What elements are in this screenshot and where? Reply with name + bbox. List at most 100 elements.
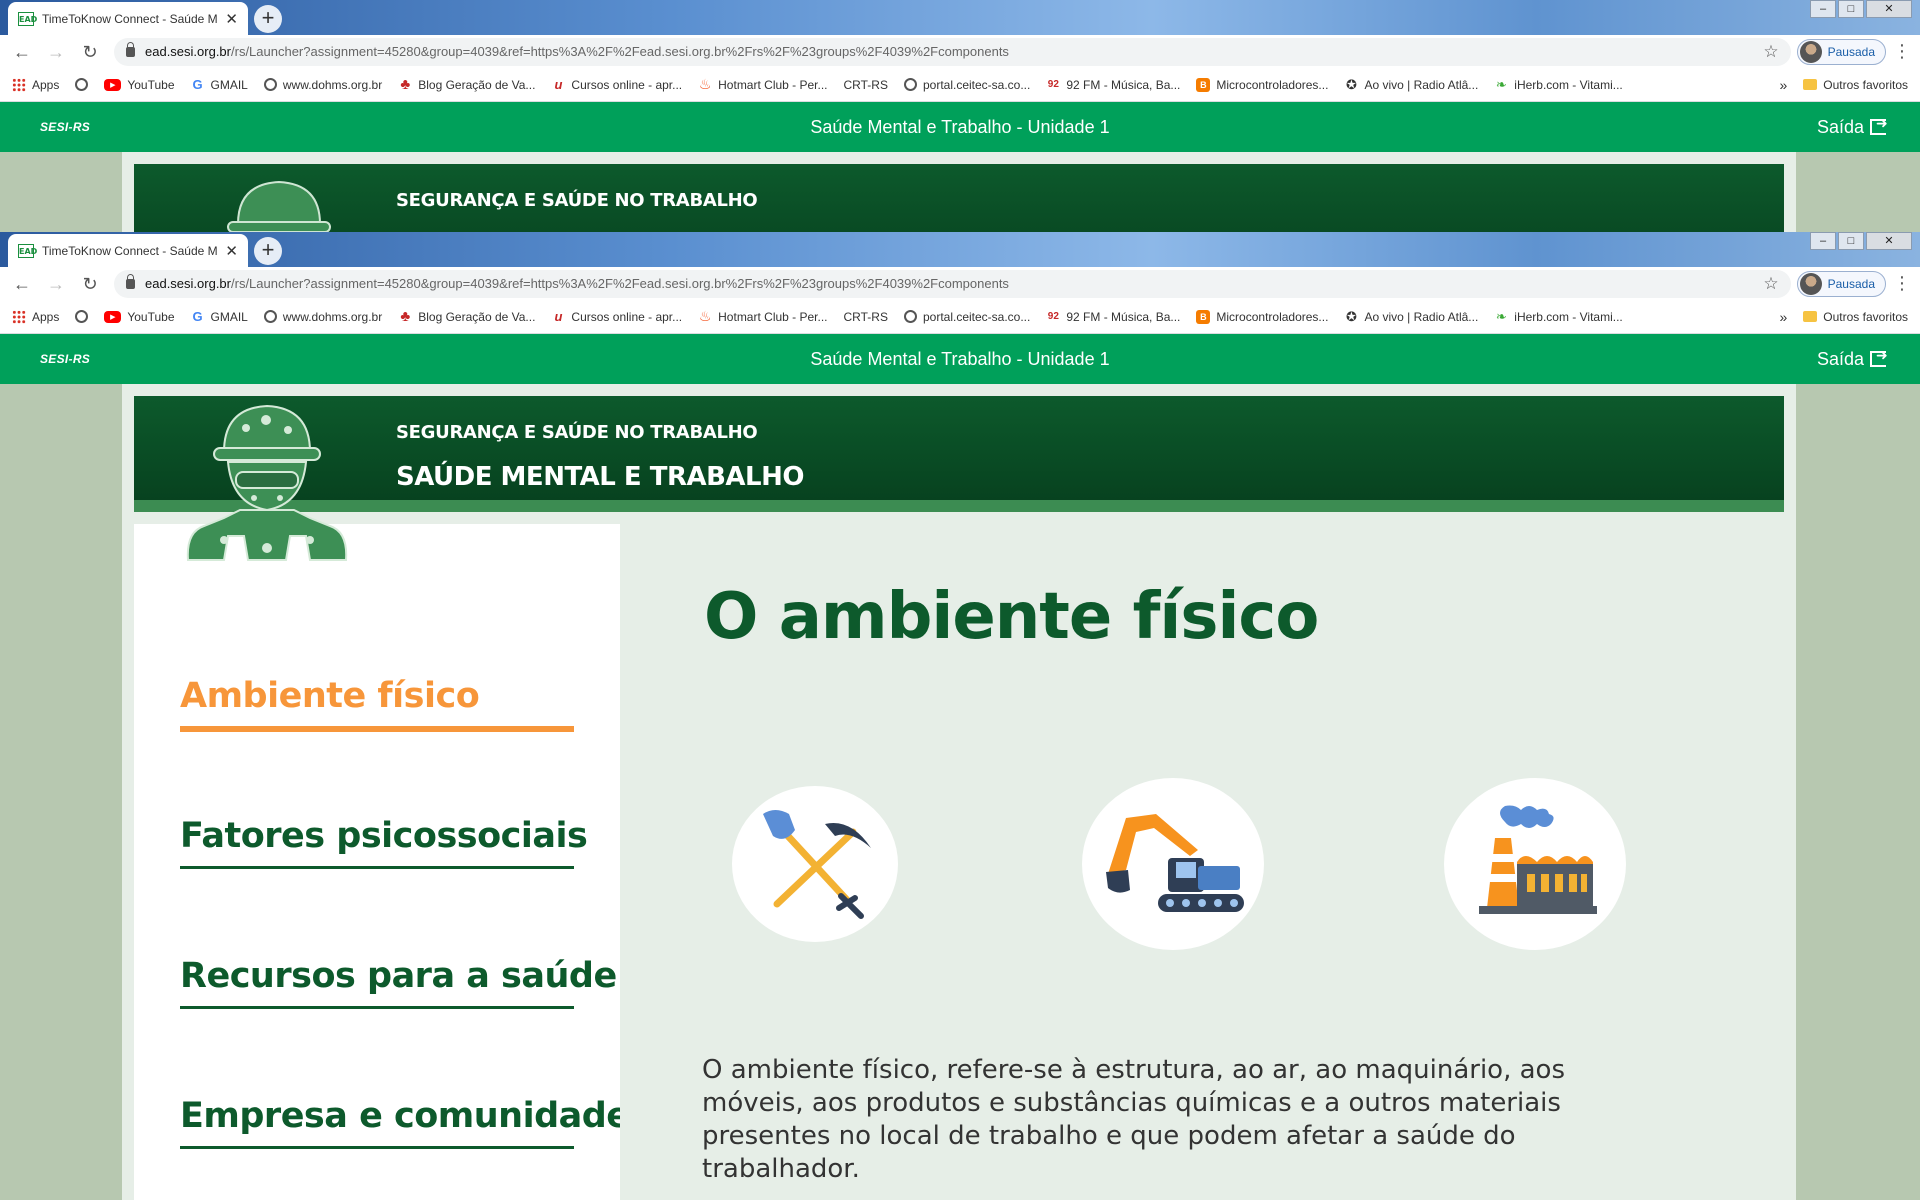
- bookmark-gmail[interactable]: G GMAIL: [191, 77, 247, 92]
- bookmark-crt[interactable]: CRT-RS: [844, 78, 888, 92]
- bookmark-92fm[interactable]: 92 92 FM - Música, Ba...: [1046, 78, 1181, 92]
- forward-icon[interactable]: →: [42, 270, 70, 298]
- bookmarks-overflow-button[interactable]: »: [1780, 309, 1788, 325]
- nav-item-ambiente-fisico[interactable]: Ambiente físico: [180, 676, 574, 732]
- minimize-button[interactable]: –: [1810, 0, 1836, 18]
- maximize-button[interactable]: □: [1838, 0, 1864, 18]
- app-title: Saúde Mental e Trabalho - Unidade 1: [810, 348, 1110, 369]
- close-window-button[interactable]: ✕: [1866, 0, 1912, 18]
- worker-helmet-logo: [227, 180, 331, 232]
- content-heading: O ambiente físico: [704, 580, 1319, 654]
- bookmark-apps[interactable]: Apps: [12, 309, 59, 324]
- back-icon[interactable]: ←: [8, 38, 36, 66]
- globe-icon: [75, 78, 89, 91]
- machinery-card[interactable]: [1082, 778, 1264, 950]
- bookmark-apps[interactable]: Apps: [12, 77, 59, 92]
- close-tab-icon[interactable]: ✕: [225, 10, 238, 28]
- bookmark-radio[interactable]: ✪ Ao vivo | Radio Atlâ...: [1344, 76, 1478, 92]
- bookmark-globe[interactable]: [75, 310, 89, 323]
- other-bookmarks[interactable]: Outros favoritos: [1803, 78, 1908, 92]
- nav-item-empresa-comunidade[interactable]: Empresa e comunidade: [180, 1096, 630, 1149]
- bookmark-hotmart[interactable]: ♨ Hotmart Club - Per...: [698, 76, 828, 92]
- lock-icon: [126, 273, 135, 289]
- globe-icon: [263, 78, 277, 91]
- bookmark-gmail[interactable]: G GMAIL: [191, 309, 247, 324]
- forward-icon[interactable]: →: [42, 38, 70, 66]
- app-header: SESI-RS Saúde Mental e Trabalho - Unidad…: [0, 102, 1920, 152]
- minimize-button[interactable]: –: [1810, 232, 1836, 250]
- club-icon: ♣: [400, 308, 411, 325]
- bookmark-blog[interactable]: ♣ Blog Geração de Va...: [398, 76, 535, 93]
- menu-kebab-icon[interactable]: ⋮: [1892, 273, 1912, 294]
- bookmark-blog[interactable]: ♣ Blog Geração de Va...: [398, 308, 535, 325]
- bookmark-youtube[interactable]: ▶ YouTube: [104, 310, 175, 324]
- window-controls: – □ ✕: [1810, 0, 1912, 18]
- apps-grid-icon: [12, 77, 26, 92]
- banner-title: SAÚDE MENTAL E TRABALHO: [396, 462, 804, 492]
- exit-button[interactable]: Saída: [1817, 347, 1888, 370]
- maximize-button[interactable]: □: [1838, 232, 1864, 250]
- url-text[interactable]: ead.sesi.org.br/rs/Launcher?assignment=4…: [145, 44, 1753, 59]
- bookmark-star-icon[interactable]: ☆: [1763, 42, 1778, 62]
- exit-icon: [1870, 347, 1888, 367]
- bookmarks-overflow-button[interactable]: »: [1780, 77, 1788, 93]
- bookmark-micro[interactable]: B Microcontroladores...: [1196, 309, 1328, 324]
- bookmark-dohms[interactable]: www.dohms.org.br: [263, 78, 382, 92]
- new-tab-button[interactable]: +: [254, 5, 282, 33]
- bookmark-micro[interactable]: B Microcontroladores...: [1196, 77, 1328, 92]
- app-title: Saúde Mental e Trabalho - Unidade 1: [810, 116, 1110, 137]
- blogger-icon: B: [1196, 309, 1211, 324]
- avatar: [1799, 272, 1822, 295]
- globe-icon: [903, 310, 917, 323]
- bookmark-star-icon[interactable]: ☆: [1763, 274, 1778, 294]
- back-icon[interactable]: ←: [8, 270, 36, 298]
- nav-item-recursos-saude[interactable]: Recursos para a saúde: [180, 956, 617, 1009]
- sesi-logo: SESI-RS: [40, 120, 91, 134]
- bookmark-ceitec[interactable]: portal.ceitec-sa.co...: [903, 78, 1030, 92]
- close-tab-icon[interactable]: ✕: [225, 242, 238, 260]
- browser-tab[interactable]: EAD TimeToKnow Connect - Saúde M ✕: [8, 234, 248, 267]
- bookmark-ceitec[interactable]: portal.ceitec-sa.co...: [903, 310, 1030, 324]
- bookmark-crt[interactable]: CRT-RS: [844, 310, 888, 324]
- cursos-icon: u: [554, 77, 563, 92]
- bookmark-iherb[interactable]: ❧ iHerb.com - Vitami...: [1494, 77, 1623, 92]
- exit-button[interactable]: Saída: [1817, 115, 1888, 138]
- reload-icon[interactable]: ↻: [76, 38, 104, 66]
- folder-icon: [1803, 79, 1818, 90]
- tab-title: TimeToKnow Connect - Saúde M: [42, 11, 218, 26]
- owl-icon: ✪: [1345, 76, 1357, 92]
- globe-icon: [75, 310, 89, 323]
- bookmark-dohms[interactable]: www.dohms.org.br: [263, 310, 382, 324]
- bookmark-radio[interactable]: ✪ Ao vivo | Radio Atlâ...: [1344, 309, 1478, 324]
- nav-item-fatores-psicossociais[interactable]: Fatores psicossociais: [180, 816, 588, 869]
- tools-card[interactable]: [732, 786, 898, 942]
- google-icon: G: [192, 77, 203, 92]
- hotmart-flame-icon: ♨: [698, 76, 712, 92]
- bookmark-globe[interactable]: [75, 78, 89, 91]
- url-text[interactable]: ead.sesi.org.br/rs/Launcher?assignment=4…: [145, 276, 1753, 291]
- address-bar[interactable]: ead.sesi.org.br/rs/Launcher?assignment=4…: [114, 269, 1791, 298]
- profile-button[interactable]: Pausada: [1796, 270, 1886, 297]
- menu-kebab-icon[interactable]: ⋮: [1892, 41, 1912, 62]
- banner-subtitle: SEGURANÇA E SAÚDE NO TRABALHO: [396, 190, 758, 211]
- bookmark-92fm[interactable]: 92 92 FM - Música, Ba...: [1046, 310, 1181, 324]
- bookmark-cursos[interactable]: u Cursos online - apr...: [551, 309, 682, 324]
- address-bar[interactable]: ead.sesi.org.br/rs/Launcher?assignment=4…: [114, 37, 1791, 66]
- side-nav: Ambiente físico Fatores psicossociais Re…: [134, 524, 630, 1200]
- profile-label: Pausada: [1827, 44, 1875, 59]
- bookmark-iherb[interactable]: ❧ iHerb.com - Vitami...: [1494, 309, 1623, 324]
- profile-button[interactable]: Pausada: [1796, 38, 1886, 65]
- bookmark-hotmart[interactable]: ♨ Hotmart Club - Per...: [698, 308, 828, 324]
- other-bookmarks[interactable]: Outros favoritos: [1803, 310, 1908, 324]
- browser-tab[interactable]: EAD TimeToKnow Connect - Saúde M ✕: [8, 2, 248, 35]
- reload-icon[interactable]: ↻: [76, 270, 104, 298]
- industry-card[interactable]: [1444, 778, 1626, 950]
- new-tab-button[interactable]: +: [254, 237, 282, 265]
- bookmark-youtube[interactable]: ▶ YouTube: [104, 78, 175, 92]
- close-window-button[interactable]: ✕: [1866, 232, 1912, 250]
- bookmarks-bar: Apps ▶ YouTube G GMAIL www.dohms.org.br ♣ B…: [0, 68, 1920, 102]
- page-frame: SEGURANÇA E SAÚDE NO TRABALHO: [122, 152, 1796, 232]
- app-header: SESI-RS Saúde Mental e Trabalho - Unidad…: [0, 334, 1920, 384]
- page-frame: SEGURANÇA E SAÚDE NO TRABALHO SAÚDE MENT…: [122, 384, 1796, 1200]
- bookmark-cursos[interactable]: u Cursos online - apr...: [551, 77, 682, 92]
